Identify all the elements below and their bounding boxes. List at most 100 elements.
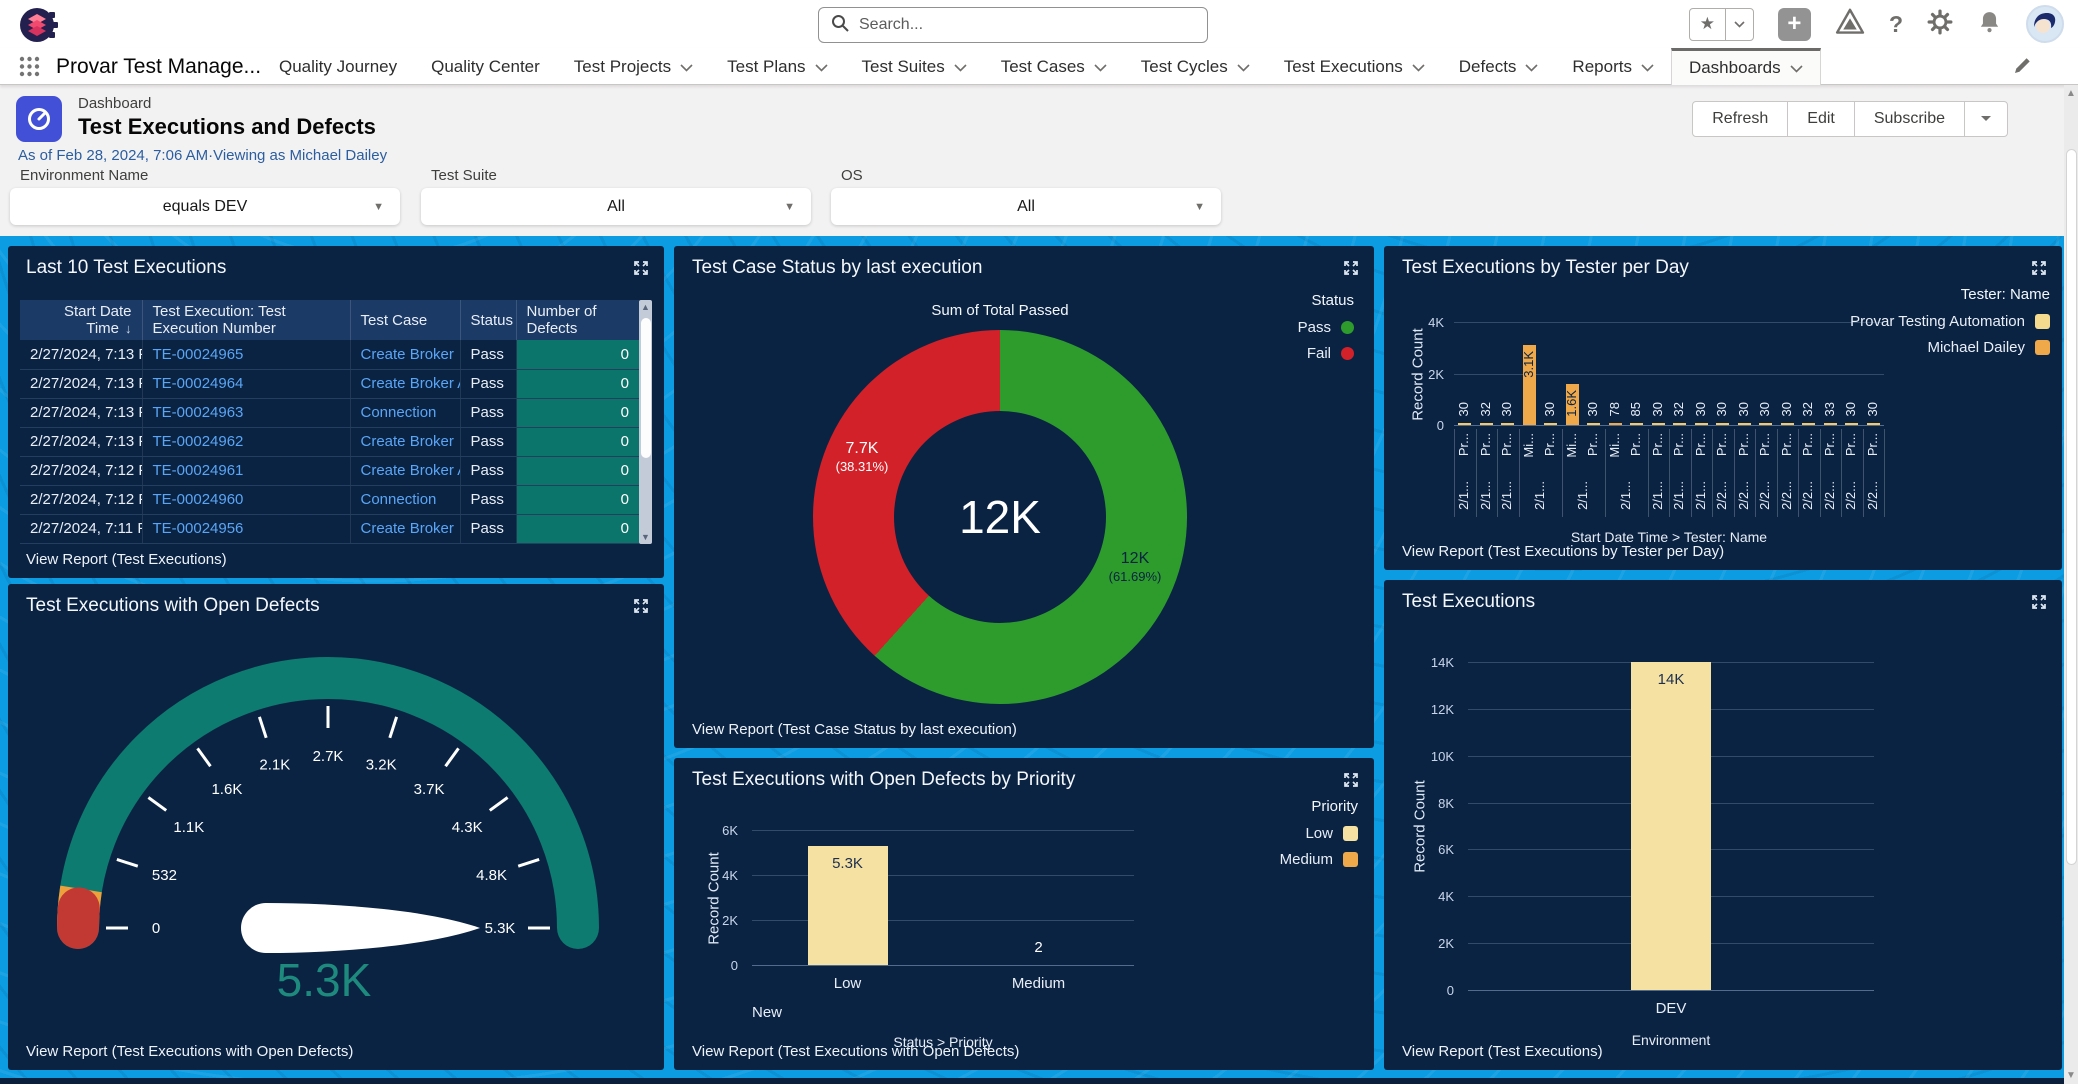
- filter-dropdown-1[interactable]: equals DEV▼: [10, 188, 400, 225]
- start-date-cell: 2/27/2024, 7:12 PM: [20, 485, 142, 514]
- user-avatar[interactable]: [2026, 5, 2064, 43]
- page-scrollbar[interactable]: ▲ ▼: [2064, 85, 2078, 1084]
- tab-test-plans[interactable]: Test Plans: [710, 48, 844, 85]
- table-scrollbar[interactable]: ▲ ▼: [639, 300, 652, 544]
- tab-test-cycles[interactable]: Test Cycles: [1124, 48, 1267, 85]
- view-report-link[interactable]: View Report (Test Case Status by last ex…: [692, 721, 1017, 738]
- execution-number-link[interactable]: TE-00024965: [153, 346, 244, 363]
- global-search[interactable]: [818, 7, 1208, 43]
- expand-icon[interactable]: [2030, 259, 2048, 282]
- svg-text:1.1K: 1.1K: [173, 819, 204, 836]
- execution-number-cell: TE-00024956: [142, 514, 350, 543]
- execution-number-link[interactable]: TE-00024962: [153, 433, 244, 450]
- gauge-value: 5.3K: [277, 954, 372, 1006]
- expand-icon[interactable]: [632, 259, 650, 282]
- view-report-link[interactable]: View Report (Test Executions with Open D…: [692, 1043, 1019, 1060]
- legend-swatch: [1343, 852, 1358, 867]
- element: [1605, 429, 1606, 517]
- execution-number-link[interactable]: TE-00024964: [153, 375, 244, 392]
- view-report-link[interactable]: View Report (Test Executions by Tester p…: [1402, 543, 1724, 560]
- tab-quality-journey[interactable]: Quality Journey: [262, 48, 414, 85]
- test-case-link[interactable]: Create Broker API: [361, 375, 461, 392]
- execution-number-link[interactable]: TE-00024956: [153, 520, 244, 537]
- fail-slice-label: 7.7K (38.31%): [792, 439, 932, 475]
- column-header[interactable]: Test Case: [350, 300, 460, 340]
- scroll-up-icon[interactable]: ▲: [639, 302, 652, 312]
- favorite-star-icon[interactable]: ★: [1690, 9, 1725, 40]
- legend-swatch: [1341, 347, 1354, 360]
- execution-number-link[interactable]: TE-00024960: [153, 491, 244, 508]
- svg-text:2.7K: 2.7K: [313, 748, 344, 765]
- quick-create-button[interactable]: +: [1778, 8, 1811, 41]
- column-header[interactable]: Number of Defects: [516, 300, 639, 340]
- test-case-link[interactable]: Create Broker: [361, 433, 454, 450]
- test-case-link[interactable]: Connection: [361, 404, 437, 421]
- scroll-down-icon[interactable]: ▼: [2064, 1070, 2078, 1081]
- panel-test-executions-bar: Test Executions 02K4K6K8K10K12K14K14KDEV…: [1384, 580, 2062, 1070]
- dashboard-canvas: Last 10 Test Executions Start Date TimeT…: [0, 236, 2078, 1084]
- tester-tick-label: Pr...: [1457, 433, 1470, 456]
- tab-reports[interactable]: Reports: [1555, 48, 1671, 85]
- favorites-dropdown-icon[interactable]: [1725, 9, 1753, 40]
- test-case-link[interactable]: Connection: [361, 491, 437, 508]
- svg-text:5.3K: 5.3K: [485, 920, 516, 937]
- expand-icon[interactable]: [2030, 593, 2048, 616]
- tab-quality-center[interactable]: Quality Center: [414, 48, 557, 85]
- column-header[interactable]: Test Execution: Test Execution Number: [142, 300, 350, 340]
- execution-number-link[interactable]: TE-00024963: [153, 404, 244, 421]
- view-report-link[interactable]: View Report (Test Executions): [26, 551, 227, 568]
- trailhead-icon[interactable]: [1835, 8, 1865, 40]
- tester-tick-label: Pr...: [1844, 433, 1857, 456]
- view-report-link[interactable]: View Report (Test Executions): [1402, 1043, 1603, 1060]
- expand-icon[interactable]: [632, 597, 650, 620]
- svg-text:3.2K: 3.2K: [366, 756, 397, 773]
- setup-gear-icon[interactable]: [1927, 9, 1953, 40]
- execution-number-cell: TE-00024962: [142, 427, 350, 456]
- favorites-control[interactable]: ★: [1689, 8, 1754, 41]
- tab-test-suites[interactable]: Test Suites: [845, 48, 984, 85]
- tester-bar: [1802, 423, 1815, 426]
- dashboard-header: Dashboard Test Executions and Defects As…: [0, 85, 2078, 236]
- tester-tick-label: Pr...: [1543, 433, 1556, 456]
- scrollbar-thumb[interactable]: [641, 318, 651, 458]
- element: [1712, 429, 1713, 517]
- tab-test-cases[interactable]: Test Cases: [984, 48, 1124, 85]
- element: [1691, 429, 1692, 517]
- refresh-button[interactable]: Refresh: [1693, 102, 1787, 136]
- legend-title: Tester: Name: [1850, 286, 2050, 303]
- filter-dropdown-3[interactable]: All▼: [831, 188, 1221, 225]
- search-input[interactable]: [859, 16, 1195, 34]
- tab-test-executions[interactable]: Test Executions: [1267, 48, 1442, 85]
- test-case-link[interactable]: Create Broker: [361, 520, 454, 537]
- more-actions-button[interactable]: [1964, 102, 2007, 136]
- dropdown-caret-icon: ▼: [1194, 201, 1205, 213]
- element: [1798, 429, 1799, 517]
- test-case-link[interactable]: Create Broker: [361, 346, 454, 363]
- subscribe-button[interactable]: Subscribe: [1854, 102, 1964, 136]
- scroll-down-icon[interactable]: ▼: [639, 532, 652, 542]
- help-icon[interactable]: ?: [1889, 11, 1903, 38]
- column-header[interactable]: Status: [460, 300, 516, 340]
- legend-title: Status: [1298, 292, 1354, 309]
- scroll-up-icon[interactable]: ▲: [2064, 88, 2078, 99]
- tab-dashboards[interactable]: Dashboards: [1671, 48, 1821, 85]
- table-row: 2/27/2024, 7:13 PMTE-00024962Create Brok…: [20, 427, 639, 456]
- test-case-link[interactable]: Create Broker API: [361, 462, 461, 479]
- test-case-cell: Connection: [350, 398, 460, 427]
- edit-button[interactable]: Edit: [1787, 102, 1854, 136]
- scrollbar-thumb[interactable]: [2066, 149, 2077, 865]
- date-tick-label: 2/1...: [1479, 481, 1492, 510]
- notifications-bell-icon[interactable]: [1977, 9, 2002, 40]
- column-header[interactable]: Start Date Time: [20, 300, 142, 340]
- tab-test-projects[interactable]: Test Projects: [557, 48, 710, 85]
- tab-defects[interactable]: Defects: [1442, 48, 1556, 85]
- edit-nav-pencil-icon[interactable]: [2012, 56, 2032, 81]
- tester-tick-label: Pr...: [1758, 433, 1771, 456]
- date-tick-label: 2/2...: [1715, 481, 1728, 510]
- view-report-link[interactable]: View Report (Test Executions with Open D…: [26, 1043, 353, 1060]
- expand-icon[interactable]: [1342, 259, 1360, 282]
- app-launcher-icon[interactable]: [18, 55, 41, 83]
- expand-icon[interactable]: [1342, 771, 1360, 794]
- execution-number-link[interactable]: TE-00024961: [153, 462, 244, 479]
- filter-dropdown-2[interactable]: All▼: [421, 188, 811, 225]
